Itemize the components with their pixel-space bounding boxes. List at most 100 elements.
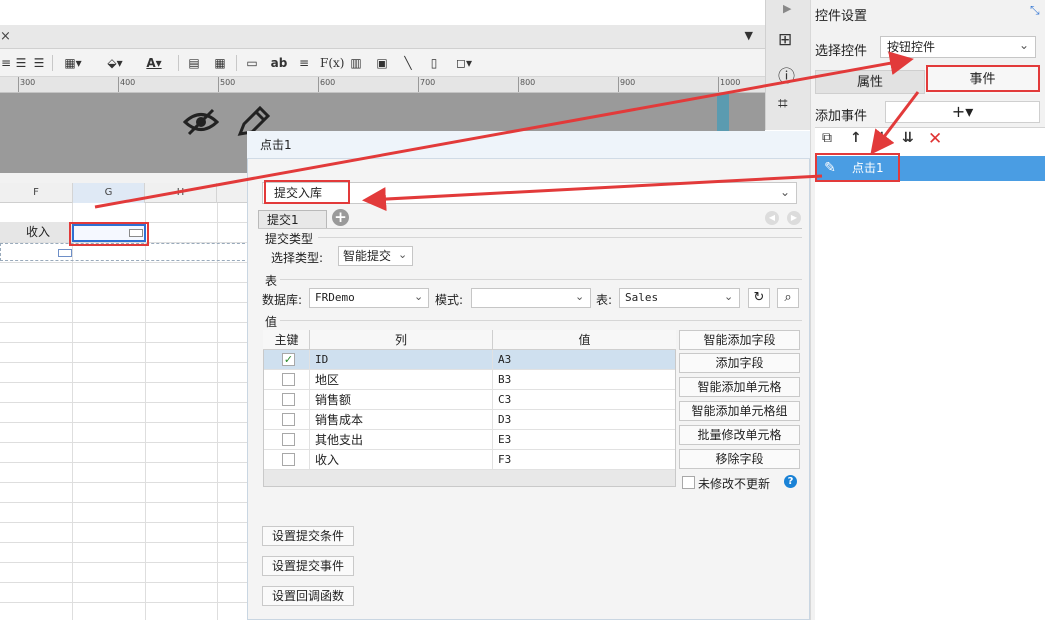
cell-f-income[interactable]: 收入: [0, 222, 72, 242]
table-dropdown[interactable]: Sales: [619, 288, 740, 308]
select-control-label: 选择控件: [815, 44, 868, 59]
tab-submit1[interactable]: 提交1: [258, 210, 327, 229]
smart-add-cell-button[interactable]: 智能添加单元格: [679, 377, 800, 397]
delete-event-icon[interactable]: ✕: [928, 129, 942, 149]
cell-grid[interactable]: [0, 203, 250, 620]
ruler-tick: 400: [120, 78, 136, 87]
primary-key-checkbox[interactable]: [282, 453, 295, 466]
set-submit-event-button[interactable]: 设置提交事件: [262, 556, 355, 576]
close-tab-icon[interactable]: ×: [0, 29, 11, 44]
align-center-icon[interactable]: ☰: [14, 54, 28, 72]
primary-key-checkbox[interactable]: [282, 413, 295, 426]
add-tab-icon[interactable]: +: [332, 209, 349, 226]
subreport-icon[interactable]: ▯: [426, 54, 442, 72]
row-column: 销售成本: [309, 410, 492, 430]
column-header-g[interactable]: G: [73, 183, 145, 203]
refresh-icon[interactable]: ↻: [748, 288, 770, 308]
paragraph-icon[interactable]: ≡: [296, 54, 312, 72]
chart-icon[interactable]: ▥: [348, 54, 364, 72]
annotation-box-type: [264, 180, 350, 204]
fill-color-icon[interactable]: ⬙▾: [102, 54, 128, 72]
no-update-checkbox[interactable]: [682, 476, 695, 489]
set-submit-condition-button[interactable]: 设置提交条件: [262, 526, 355, 546]
nav-next-icon[interactable]: ▶: [787, 211, 801, 225]
chevron-down-icon[interactable]: ⌄: [398, 248, 407, 261]
mode-dropdown[interactable]: [471, 288, 591, 308]
chevron-down-icon[interactable]: ⌄: [575, 290, 584, 303]
row-value: F3: [492, 450, 675, 470]
designer-top-area: [0, 0, 765, 25]
preview-table-icon[interactable]: ⌕: [777, 288, 799, 308]
row-column: 其他支出: [309, 430, 492, 450]
nav-prev-icon[interactable]: ◀: [765, 211, 779, 225]
smart-add-field-button[interactable]: 智能添加字段: [679, 330, 800, 350]
table-row[interactable]: 销售额 C3: [264, 390, 675, 410]
info-icon[interactable]: ⓘ: [778, 62, 795, 87]
image-icon[interactable]: ▣: [373, 54, 391, 72]
hidden-eye-icon[interactable]: [182, 107, 220, 144]
row-column: 收入: [309, 450, 492, 470]
table-row[interactable]: 地区 B3: [264, 370, 675, 390]
ab-icon[interactable]: ab: [270, 54, 288, 72]
collapse-arrow-icon[interactable]: ▶: [783, 2, 791, 15]
table-row[interactable]: 收入 F3: [264, 450, 675, 470]
set-callback-button[interactable]: 设置回调函数: [262, 586, 355, 606]
move-bottom-icon[interactable]: ⇊: [902, 130, 914, 146]
frame-icon[interactable]: ◻▾: [450, 54, 478, 72]
column-header-f[interactable]: F: [0, 183, 73, 203]
slash-icon[interactable]: ╲: [400, 54, 416, 72]
header-value: 值: [578, 333, 591, 347]
help-icon[interactable]: ?: [784, 475, 797, 488]
section-submit-type: 提交类型: [265, 232, 314, 246]
chevron-down-icon[interactable]: ⌄: [414, 290, 423, 303]
primary-key-checkbox[interactable]: ✓: [282, 353, 295, 366]
header-primary-key: 主键: [264, 330, 310, 350]
align-center-icon[interactable]: ≡: [0, 54, 12, 72]
primary-key-checkbox[interactable]: [282, 393, 295, 406]
move-down-icon[interactable]: ↓: [876, 130, 888, 146]
border-icon[interactable]: ▦▾: [60, 54, 86, 72]
cell-widget-icon[interactable]: [58, 249, 72, 257]
row-value: A3: [492, 350, 675, 370]
smart-add-cell-group-button[interactable]: 智能添加单元格组: [679, 401, 800, 421]
dropdown-corner-icon[interactable]: ▼: [745, 29, 753, 42]
resize-arrow-icon[interactable]: ⤡: [1030, 3, 1040, 18]
row-column: ID: [309, 350, 492, 370]
select-control-dropdown[interactable]: 按钮控件: [880, 36, 1036, 58]
text-field-icon[interactable]: ▭: [244, 54, 260, 72]
database-label: 数据库:: [262, 293, 303, 307]
remove-field-button[interactable]: 移除字段: [679, 449, 800, 469]
annotation-box-event-item: [815, 153, 900, 182]
database-dropdown[interactable]: FRDemo: [309, 288, 429, 308]
font-color-icon[interactable]: A▾: [140, 54, 168, 72]
merge-icon[interactable]: ▤: [186, 54, 202, 72]
event-list: [815, 127, 1045, 620]
copy-event-icon[interactable]: ⧉: [822, 130, 832, 146]
move-up-icon[interactable]: ↑: [850, 130, 862, 146]
chevron-down-icon[interactable]: ⌄: [724, 290, 733, 303]
ruler-tick: 1000: [720, 78, 741, 87]
table-row[interactable]: ✓ ID A3: [264, 350, 675, 370]
select-type-label: 选择类型:: [271, 251, 324, 265]
column-header-h[interactable]: H: [145, 183, 217, 203]
add-event-button[interactable]: +▾: [885, 101, 1040, 123]
table-label: 表:: [596, 293, 613, 307]
table-row[interactable]: 销售成本 D3: [264, 410, 675, 430]
column-header: F G H: [0, 183, 250, 203]
mode-label: 模式:: [435, 293, 464, 307]
add-event-label: 添加事件: [815, 109, 868, 124]
table-row[interactable]: 其他支出 E3: [264, 430, 675, 450]
layout-icon[interactable]: ⊞: [778, 30, 792, 50]
align-right-icon[interactable]: ☰: [32, 54, 46, 72]
chevron-down-icon[interactable]: ⌄: [1019, 38, 1029, 52]
formula-icon[interactable]: F(x): [320, 54, 344, 72]
primary-key-checkbox[interactable]: [282, 433, 295, 446]
primary-key-checkbox[interactable]: [282, 373, 295, 386]
tab-attributes[interactable]: 属性: [815, 70, 925, 94]
chevron-down-icon[interactable]: ⌄: [780, 185, 790, 199]
add-field-button[interactable]: 添加字段: [679, 353, 800, 373]
no-update-label: 未修改不更新: [698, 477, 771, 491]
batch-modify-cell-button[interactable]: 批量修改单元格: [679, 425, 800, 445]
unmerge-icon[interactable]: ▦: [212, 54, 228, 72]
crop-icon[interactable]: ⌗: [778, 94, 788, 114]
